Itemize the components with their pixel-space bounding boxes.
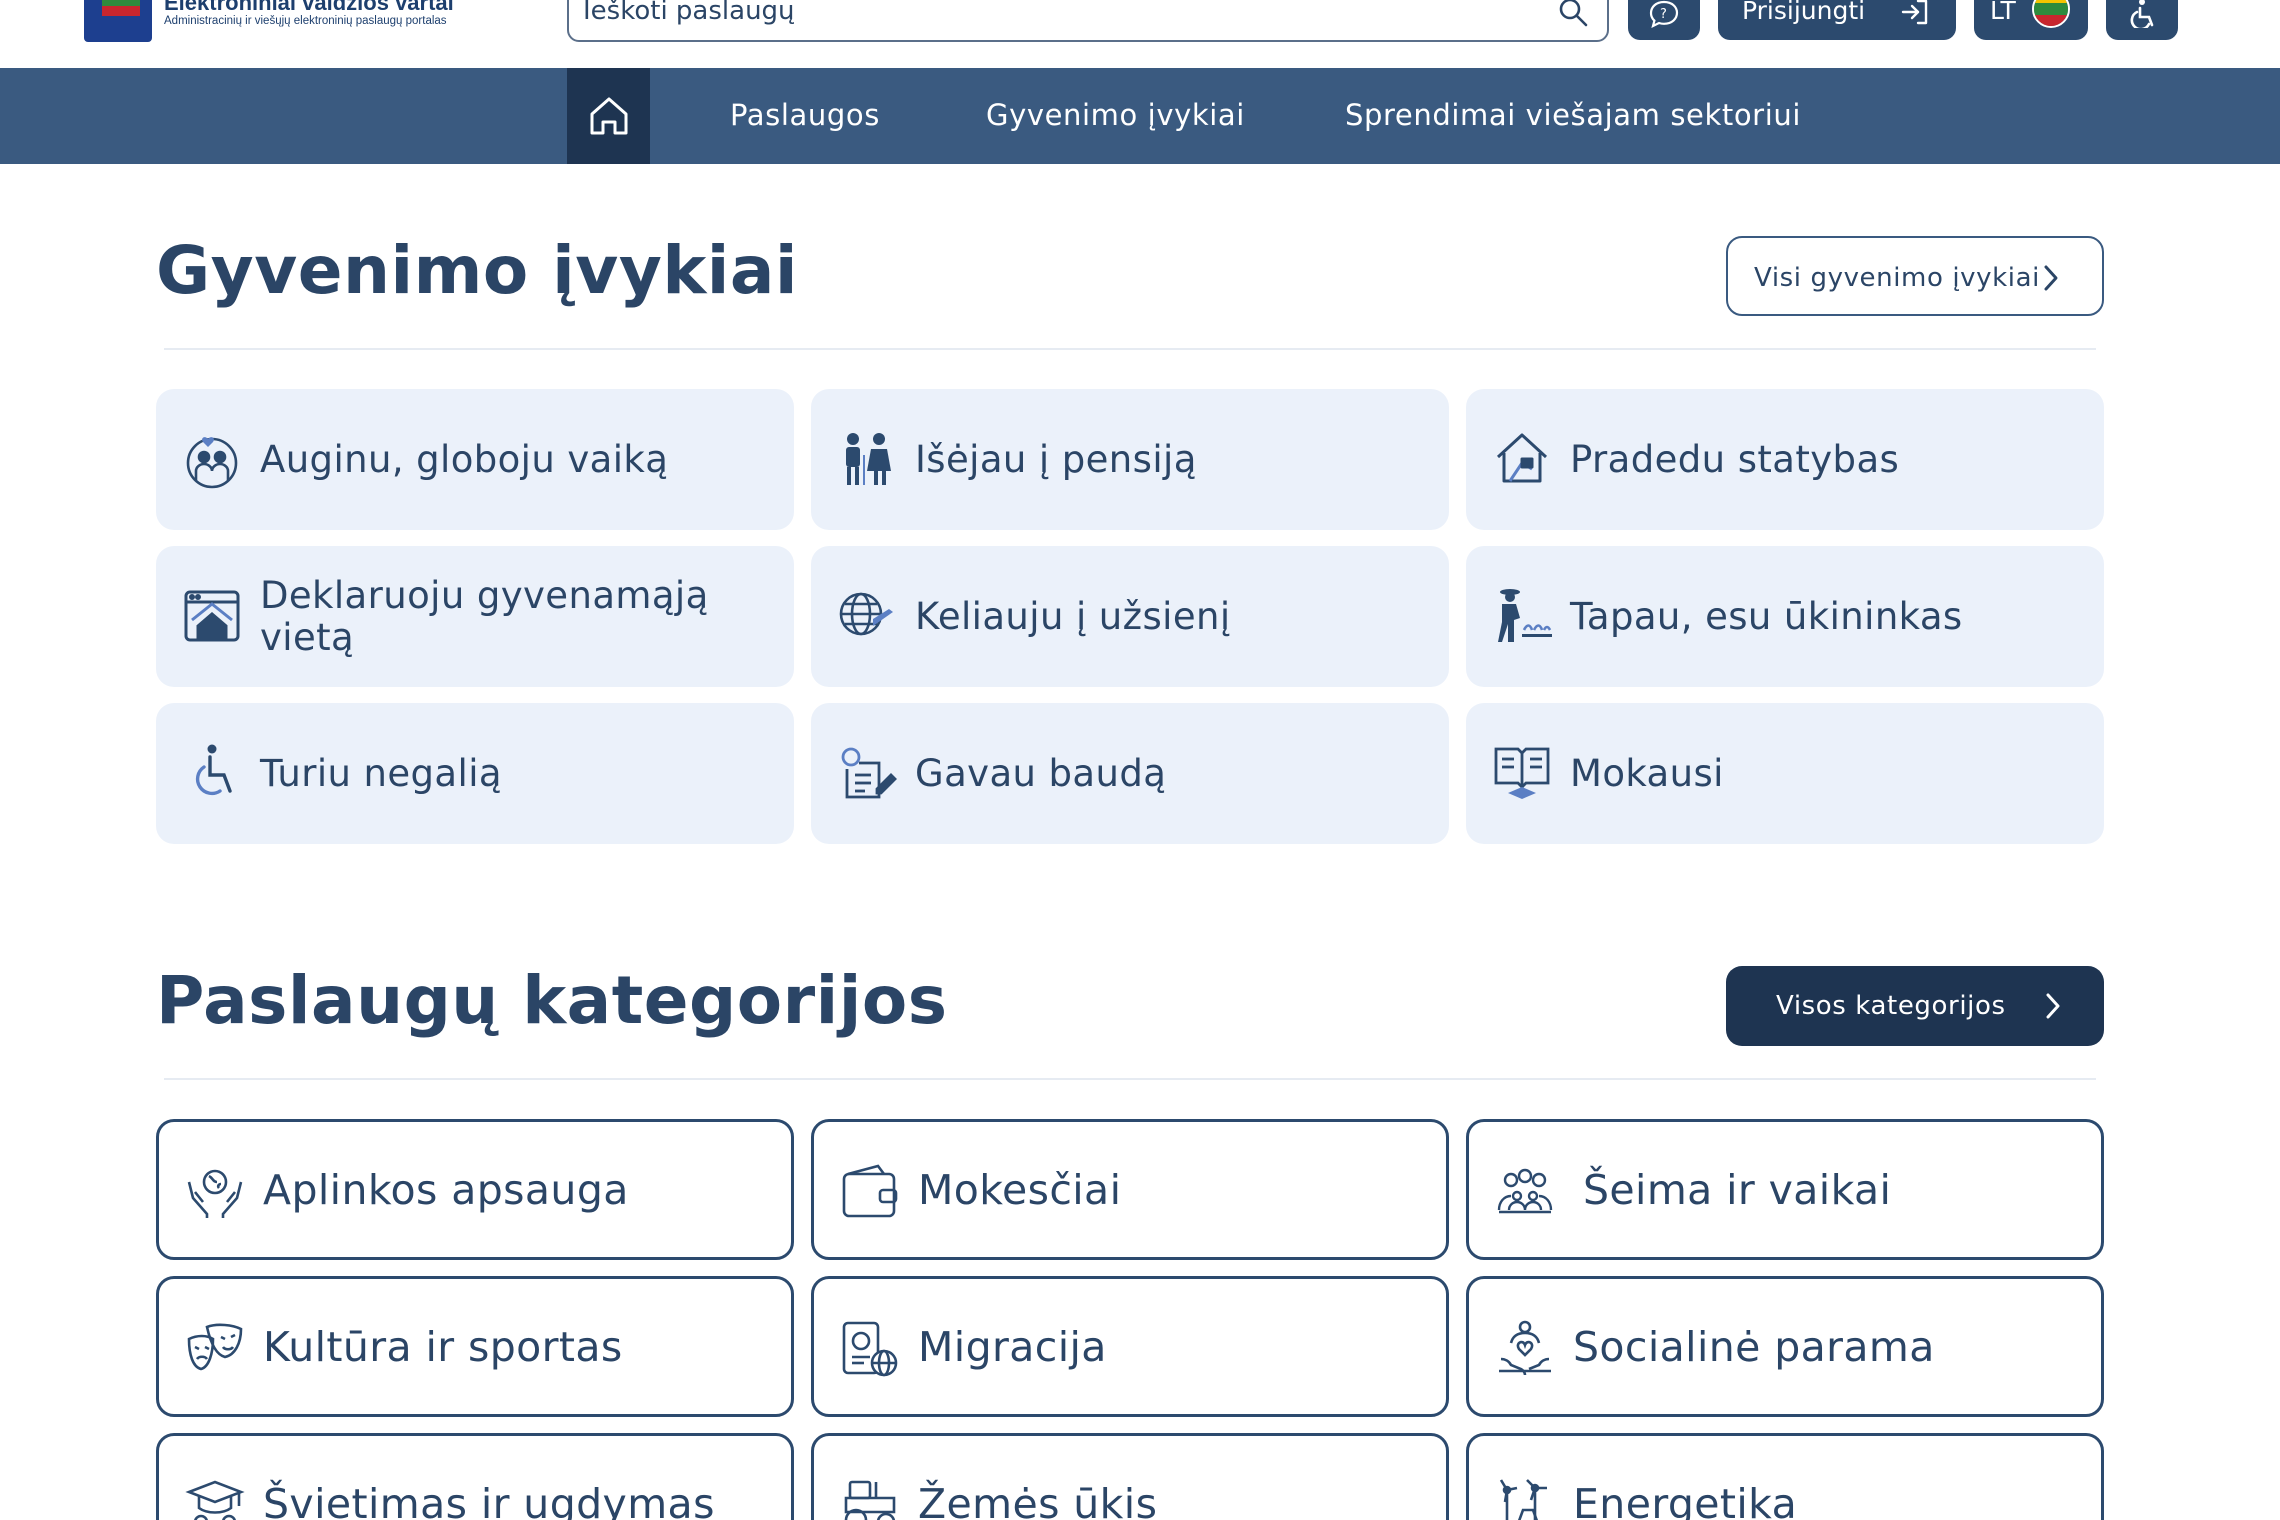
tile-label: Tapau, esu ūkininkas xyxy=(1570,594,1963,638)
life-event-tile[interactable]: Mokausi xyxy=(1466,703,2104,844)
nav-item-gyvenimo-ivykiai[interactable]: Gyvenimo įvykiai xyxy=(986,98,1245,132)
portal-subtitle: Administracinių ir viešųjų elektroninių … xyxy=(164,15,447,27)
fine-document-icon xyxy=(841,747,897,799)
category-tile[interactable]: Kultūra ir sportas xyxy=(156,1276,794,1417)
life-event-tile[interactable]: Keliauju į užsienį xyxy=(811,546,1449,687)
life-event-tile[interactable]: Išėjau į pensiją xyxy=(811,389,1449,530)
wind-energy-icon xyxy=(1499,1479,1547,1520)
category-tile[interactable]: Švietimas ir ugdymas xyxy=(156,1433,794,1520)
family-heart-icon xyxy=(186,437,238,489)
tile-label: Deklaruoju gyvenamąją vietą xyxy=(260,573,709,659)
tile-label: Mokausi xyxy=(1570,751,1724,795)
chevron-right-icon xyxy=(2044,265,2058,291)
theater-masks-icon xyxy=(187,1323,243,1371)
elderly-couple-icon xyxy=(846,433,891,485)
categories-title: Paslaugų kategorijos xyxy=(156,962,948,1039)
hands-globe-icon xyxy=(187,1169,243,1218)
section-divider xyxy=(164,348,2096,350)
tile-label: Energetika xyxy=(1573,1479,1798,1520)
tile-label: Pradedu statybas xyxy=(1570,437,1900,481)
category-tile[interactable]: Žemės ūkis xyxy=(811,1433,1449,1520)
tile-label: Socialinė parama xyxy=(1573,1322,1935,1371)
life-event-tile[interactable]: Turiu negalią xyxy=(156,703,794,844)
home-window-icon xyxy=(184,590,240,642)
wheelchair-icon xyxy=(195,744,232,796)
language-button[interactable]: LT xyxy=(1974,0,2088,40)
life-events-title: Gyvenimo įvykiai xyxy=(156,232,799,309)
life-event-tile[interactable]: Tapau, esu ūkininkas xyxy=(1466,546,2104,687)
login-arrow-icon xyxy=(1901,0,1928,25)
portal-logo[interactable] xyxy=(84,0,152,42)
chevron-right-icon xyxy=(2046,993,2060,1019)
life-event-tile[interactable]: Pradedu statybas xyxy=(1466,389,2104,530)
main-navigation: Paslaugos Gyvenimo įvykiai Sprendimai vi… xyxy=(0,68,2280,164)
login-label: Prisijungti xyxy=(1742,0,1866,25)
tile-label: Migracija xyxy=(918,1322,1107,1371)
tractor-icon xyxy=(844,1480,896,1520)
social-support-icon xyxy=(1499,1320,1551,1376)
tile-label: Mokesčiai xyxy=(918,1165,1122,1214)
top-header: Elektroniniai valdžios vartai Administra… xyxy=(0,0,2280,68)
tile-label: Šeima ir vaikai xyxy=(1583,1165,1892,1214)
tile-label: Kultūra ir sportas xyxy=(263,1322,623,1371)
tile-label: Švietimas ir ugdymas xyxy=(263,1479,715,1520)
tile-label: Gavau baudą xyxy=(915,751,1167,795)
book-graduation-icon xyxy=(1494,747,1550,799)
tile-label: Keliauju į užsienį xyxy=(915,594,1231,638)
nav-home[interactable] xyxy=(567,68,650,164)
section-divider xyxy=(164,1078,2096,1080)
life-event-tile[interactable]: Deklaruoju gyvenamąją vietą xyxy=(156,546,794,687)
all-life-events-label: Visi gyvenimo įvykiai xyxy=(1754,263,2040,293)
category-tile[interactable]: Energetika xyxy=(1466,1433,2104,1520)
lithuania-flag-icon xyxy=(2032,0,2070,28)
accessibility-icon xyxy=(2130,0,2154,28)
life-event-tile[interactable]: Gavau baudą xyxy=(811,703,1449,844)
category-tile[interactable]: Aplinkos apsauga xyxy=(156,1119,794,1260)
passport-globe-icon xyxy=(842,1321,898,1377)
tile-label: Aplinkos apsauga xyxy=(263,1165,629,1214)
category-tile[interactable]: Mokesčiai xyxy=(811,1119,1449,1260)
farmer-icon xyxy=(1498,589,1552,642)
all-life-events-button[interactable]: Visi gyvenimo įvykiai xyxy=(1726,236,2104,316)
help-button[interactable]: ? xyxy=(1628,0,1700,40)
home-icon xyxy=(590,97,628,135)
category-tile[interactable]: Migracija xyxy=(811,1276,1449,1417)
graduation-cap-icon xyxy=(185,1480,245,1520)
portal-title[interactable]: Elektroniniai valdžios vartai xyxy=(164,0,454,16)
search-box[interactable] xyxy=(567,0,1609,42)
wallet-icon xyxy=(842,1164,898,1218)
globe-plane-icon xyxy=(839,592,893,636)
category-tile[interactable]: Šeima ir vaikai xyxy=(1466,1119,2104,1260)
nav-item-paslaugos[interactable]: Paslaugos xyxy=(730,98,880,132)
login-button[interactable]: Prisijungti xyxy=(1718,0,1956,40)
life-event-tile[interactable]: Auginu, globoju vaiką xyxy=(156,389,794,530)
chat-question-icon: ? xyxy=(1649,0,1679,28)
all-categories-button[interactable]: Visos kategorijos xyxy=(1726,966,2104,1046)
svg-text:?: ? xyxy=(1660,7,1667,22)
tile-label: Turiu negalią xyxy=(260,751,502,795)
family-group-icon xyxy=(1497,1168,1553,1214)
house-build-icon xyxy=(1496,433,1548,483)
accessibility-button[interactable] xyxy=(2106,0,2178,40)
tile-label: Žemės ūkis xyxy=(918,1479,1158,1520)
all-categories-label: Visos kategorijos xyxy=(1776,991,2006,1021)
nav-item-sprendimai[interactable]: Sprendimai viešajam sektoriui xyxy=(1345,98,1801,132)
search-icon[interactable] xyxy=(1557,0,1589,28)
language-label: LT xyxy=(1990,0,2016,25)
tile-label: Auginu, globoju vaiką xyxy=(260,437,669,481)
tile-label: Išėjau į pensiją xyxy=(915,437,1197,481)
category-tile[interactable]: Socialinė parama xyxy=(1466,1276,2104,1417)
search-input[interactable] xyxy=(583,0,1523,26)
